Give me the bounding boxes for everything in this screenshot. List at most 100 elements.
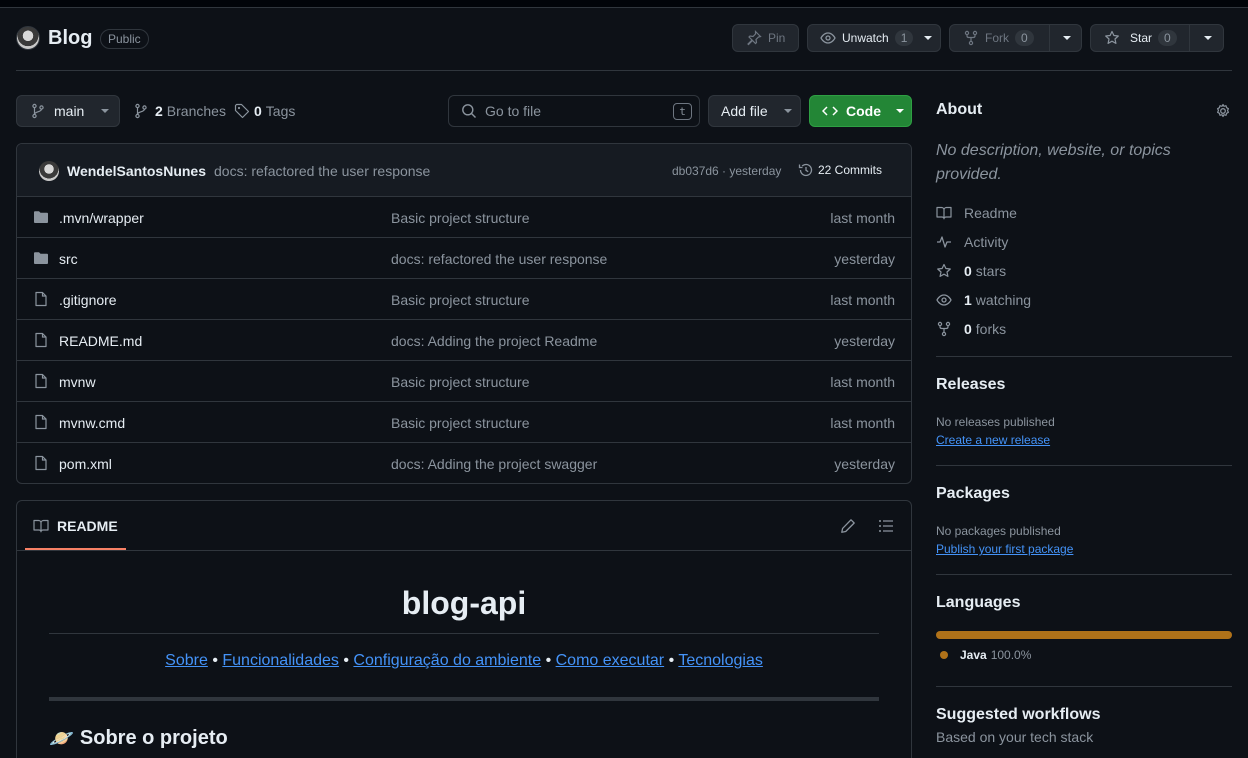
commit-hash-time[interactable]: db037d6 · yesterday (672, 164, 781, 178)
file-name[interactable]: .mvn/wrapper (59, 210, 144, 226)
create-release-link[interactable]: Create a new release (936, 433, 1050, 447)
add-file-button[interactable]: Add file (708, 95, 801, 127)
sidebar-stars-link[interactable]: 0 stars (936, 263, 1006, 279)
code-chevron-down-icon (895, 108, 905, 114)
readme-tab-label: README (57, 518, 118, 534)
sidebar-divider (936, 465, 1232, 466)
code-label: Code (846, 103, 881, 119)
file-row[interactable]: README.md docs: Adding the project Readme… (17, 320, 911, 361)
file-icon (33, 455, 49, 471)
file-name[interactable]: mvnw (59, 374, 96, 390)
chevron-down-icon[interactable] (923, 35, 933, 41)
folder-icon (33, 250, 49, 266)
pin-button[interactable]: Pin (732, 24, 799, 52)
readme-title: blog-api (401, 585, 527, 621)
commit-message[interactable]: docs: refactored the user response (214, 163, 430, 179)
search-icon (461, 103, 477, 119)
star-chevron-down-icon[interactable] (1203, 35, 1213, 41)
file-name[interactable]: README.md (59, 333, 142, 349)
file-name[interactable]: .gitignore (59, 292, 117, 308)
readme-label: Readme (964, 205, 1017, 221)
link-separator: • (545, 652, 552, 669)
ringed-planet-emoji: 🪐 (49, 728, 74, 750)
star-button[interactable]: Star 0 (1090, 24, 1224, 52)
code-button[interactable]: Code (809, 95, 912, 127)
unwatch-button[interactable]: Unwatch 1 (807, 24, 941, 52)
file-commit-message[interactable]: Basic project structure (391, 210, 530, 226)
add-file-label: Add file (721, 103, 768, 119)
watching-count: 1 (964, 292, 972, 308)
fork-chevron-down-icon[interactable] (1062, 35, 1072, 41)
book-icon (33, 518, 49, 534)
readme-link-tecnologias[interactable]: Tecnologias (678, 652, 763, 669)
file-commit-message[interactable]: docs: refactored the user response (391, 251, 607, 267)
link-separator: • (343, 652, 349, 669)
file-row[interactable]: mvnw Basic project structure last month (17, 361, 911, 402)
readme-link-sobre[interactable]: Sobre (165, 652, 208, 669)
pulse-icon (936, 234, 952, 250)
file-commit-date: last month (830, 210, 895, 226)
owner-avatar[interactable] (16, 26, 40, 50)
readme-link-configuracao[interactable]: Configuração do ambiente (353, 652, 541, 669)
about-title: About (936, 101, 983, 118)
readme-link-como-executar[interactable]: Como executar (556, 652, 665, 669)
branch-name: main (54, 103, 85, 119)
go-to-file-search[interactable]: t (448, 95, 700, 127)
readme-section-heading: 🪐 Sobre o projeto (49, 726, 228, 751)
sidebar-divider (936, 686, 1232, 687)
packages-title[interactable]: Packages (936, 485, 1010, 503)
sidebar-activity-link[interactable]: Activity (936, 234, 1008, 250)
sidebar-readme-link[interactable]: Readme (936, 205, 1017, 221)
watching-label: watching (975, 292, 1032, 308)
forks-count: 0 (964, 321, 972, 337)
activity-label: Activity (964, 234, 1009, 250)
publish-package-link[interactable]: Publish your first package (936, 542, 1073, 556)
file-commit-message[interactable]: docs: Adding the project swagger (391, 456, 597, 472)
repo-name[interactable]: Blog (48, 27, 92, 50)
branch-chevron-down-icon (100, 108, 110, 114)
file-commit-message[interactable]: docs: Adding the project Readme (391, 333, 597, 349)
git-branch-icon (30, 103, 46, 119)
file-row[interactable]: .mvn/wrapper Basic project structure last … (17, 197, 911, 238)
stars-label: stars (975, 263, 1007, 279)
file-name[interactable]: pom.xml (59, 456, 112, 472)
commits-count-label: 22 Commits (818, 163, 883, 177)
releases-title[interactable]: Releases (936, 376, 1005, 394)
pencil-icon[interactable] (840, 518, 856, 534)
go-to-file-input[interactable] (485, 103, 655, 119)
tags-link[interactable]: 0 Tags (234, 103, 295, 119)
file-commit-message[interactable]: Basic project structure (391, 292, 530, 308)
file-icon (33, 332, 49, 348)
branch-selector[interactable]: main (16, 95, 120, 127)
file-name[interactable]: src (59, 251, 78, 267)
file-row[interactable]: mvnw.cmd Basic project structure last mont… (17, 402, 911, 443)
readme-tab[interactable]: README (33, 518, 118, 534)
readme-nav-links: Sobre • Funcionalidades • Configuração d… (17, 652, 911, 670)
commits-link[interactable]: 22 Commits (798, 162, 882, 178)
file-commit-message[interactable]: Basic project structure (391, 374, 530, 390)
sidebar-forks-link[interactable]: 0 forks (936, 321, 1006, 337)
file-row[interactable]: src docs: refactored the user response yes… (17, 238, 911, 279)
gear-icon[interactable] (1215, 103, 1231, 119)
readme-panel: README blog-api Sobre • Funcionalidades … (16, 500, 912, 758)
history-icon (798, 162, 814, 178)
language-java[interactable]: Java 100.0% (940, 648, 1031, 662)
readme-section-rule (49, 697, 879, 701)
commit-author-avatar[interactable] (39, 161, 59, 181)
file-commit-date: yesterday (834, 456, 895, 472)
file-row[interactable]: pom.xml docs: Adding the project swagger y… (17, 443, 911, 483)
commit-author[interactable]: WendelSantosNunes (67, 163, 206, 179)
list-unordered-icon[interactable] (878, 518, 894, 534)
file-icon (33, 414, 49, 430)
sidebar-watching-link[interactable]: 1 watching (936, 292, 1031, 308)
top-bar (0, 0, 1248, 8)
readme-link-funcionalidades[interactable]: Funcionalidades (222, 652, 339, 669)
latest-commit-bar: WendelSantosNunes docs: refactored the u… (17, 144, 911, 197)
file-name[interactable]: mvnw.cmd (59, 415, 125, 431)
fork-button[interactable]: Fork 0 (949, 24, 1082, 52)
branches-link[interactable]: 2 Branches (133, 103, 226, 119)
file-commit-message[interactable]: Basic project structure (391, 415, 530, 431)
readme-header-border (17, 550, 911, 551)
eye-icon (936, 292, 952, 308)
file-row[interactable]: .gitignore Basic project structure last mo… (17, 279, 911, 320)
